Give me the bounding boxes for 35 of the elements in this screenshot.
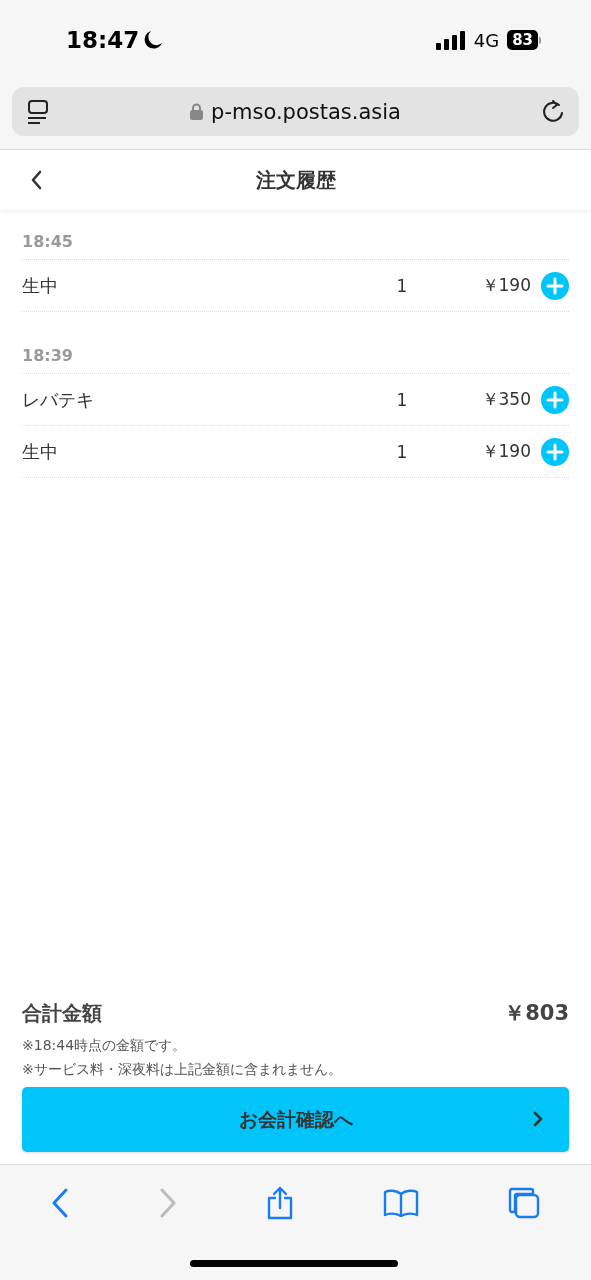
tabs-icon xyxy=(506,1186,541,1220)
address-bar[interactable]: p-mso.postas.asia xyxy=(12,87,579,136)
order-time: 18:45 xyxy=(22,231,73,253)
chevron-right-icon xyxy=(533,1111,543,1127)
signal-icon xyxy=(435,30,466,50)
book-icon xyxy=(382,1189,419,1217)
lock-icon xyxy=(190,103,204,120)
item-price: ￥350 xyxy=(480,388,531,411)
order-time: 18:39 xyxy=(22,345,73,367)
add-icon[interactable] xyxy=(541,271,569,300)
moon-icon xyxy=(143,30,164,50)
item-quantity: 1 xyxy=(395,275,409,296)
clock: 18:47 xyxy=(66,27,140,53)
total-label: 合計金額 xyxy=(22,999,102,1027)
page-title: 注文履歴 xyxy=(255,166,336,194)
battery-level: 83 xyxy=(507,30,538,50)
back-icon[interactable] xyxy=(30,170,42,190)
item-name: 生中 xyxy=(22,439,59,464)
checkout-button[interactable]: お会計確認へ xyxy=(22,1087,569,1152)
add-icon[interactable] xyxy=(541,437,569,466)
item-quantity: 1 xyxy=(395,389,409,410)
note-text: ※サービス料・深夜料は上記金額に含まれません。 xyxy=(22,1060,343,1079)
item-name: レバテキ xyxy=(22,387,95,412)
reload-icon[interactable] xyxy=(541,98,565,125)
item-price: ￥190 xyxy=(480,274,531,297)
item-price: ￥190 xyxy=(480,440,531,463)
item-name: 生中 xyxy=(22,273,59,298)
item-quantity: 1 xyxy=(395,441,409,462)
share-icon xyxy=(266,1186,295,1220)
add-icon[interactable] xyxy=(541,385,569,414)
total-amount: ￥803 xyxy=(504,1000,569,1027)
network-label: 4G xyxy=(473,29,500,51)
url-text: p-mso.postas.asia xyxy=(211,99,401,124)
reader-icon[interactable] xyxy=(26,98,50,125)
note-text: ※18:44時点の金額です。 xyxy=(22,1036,188,1055)
